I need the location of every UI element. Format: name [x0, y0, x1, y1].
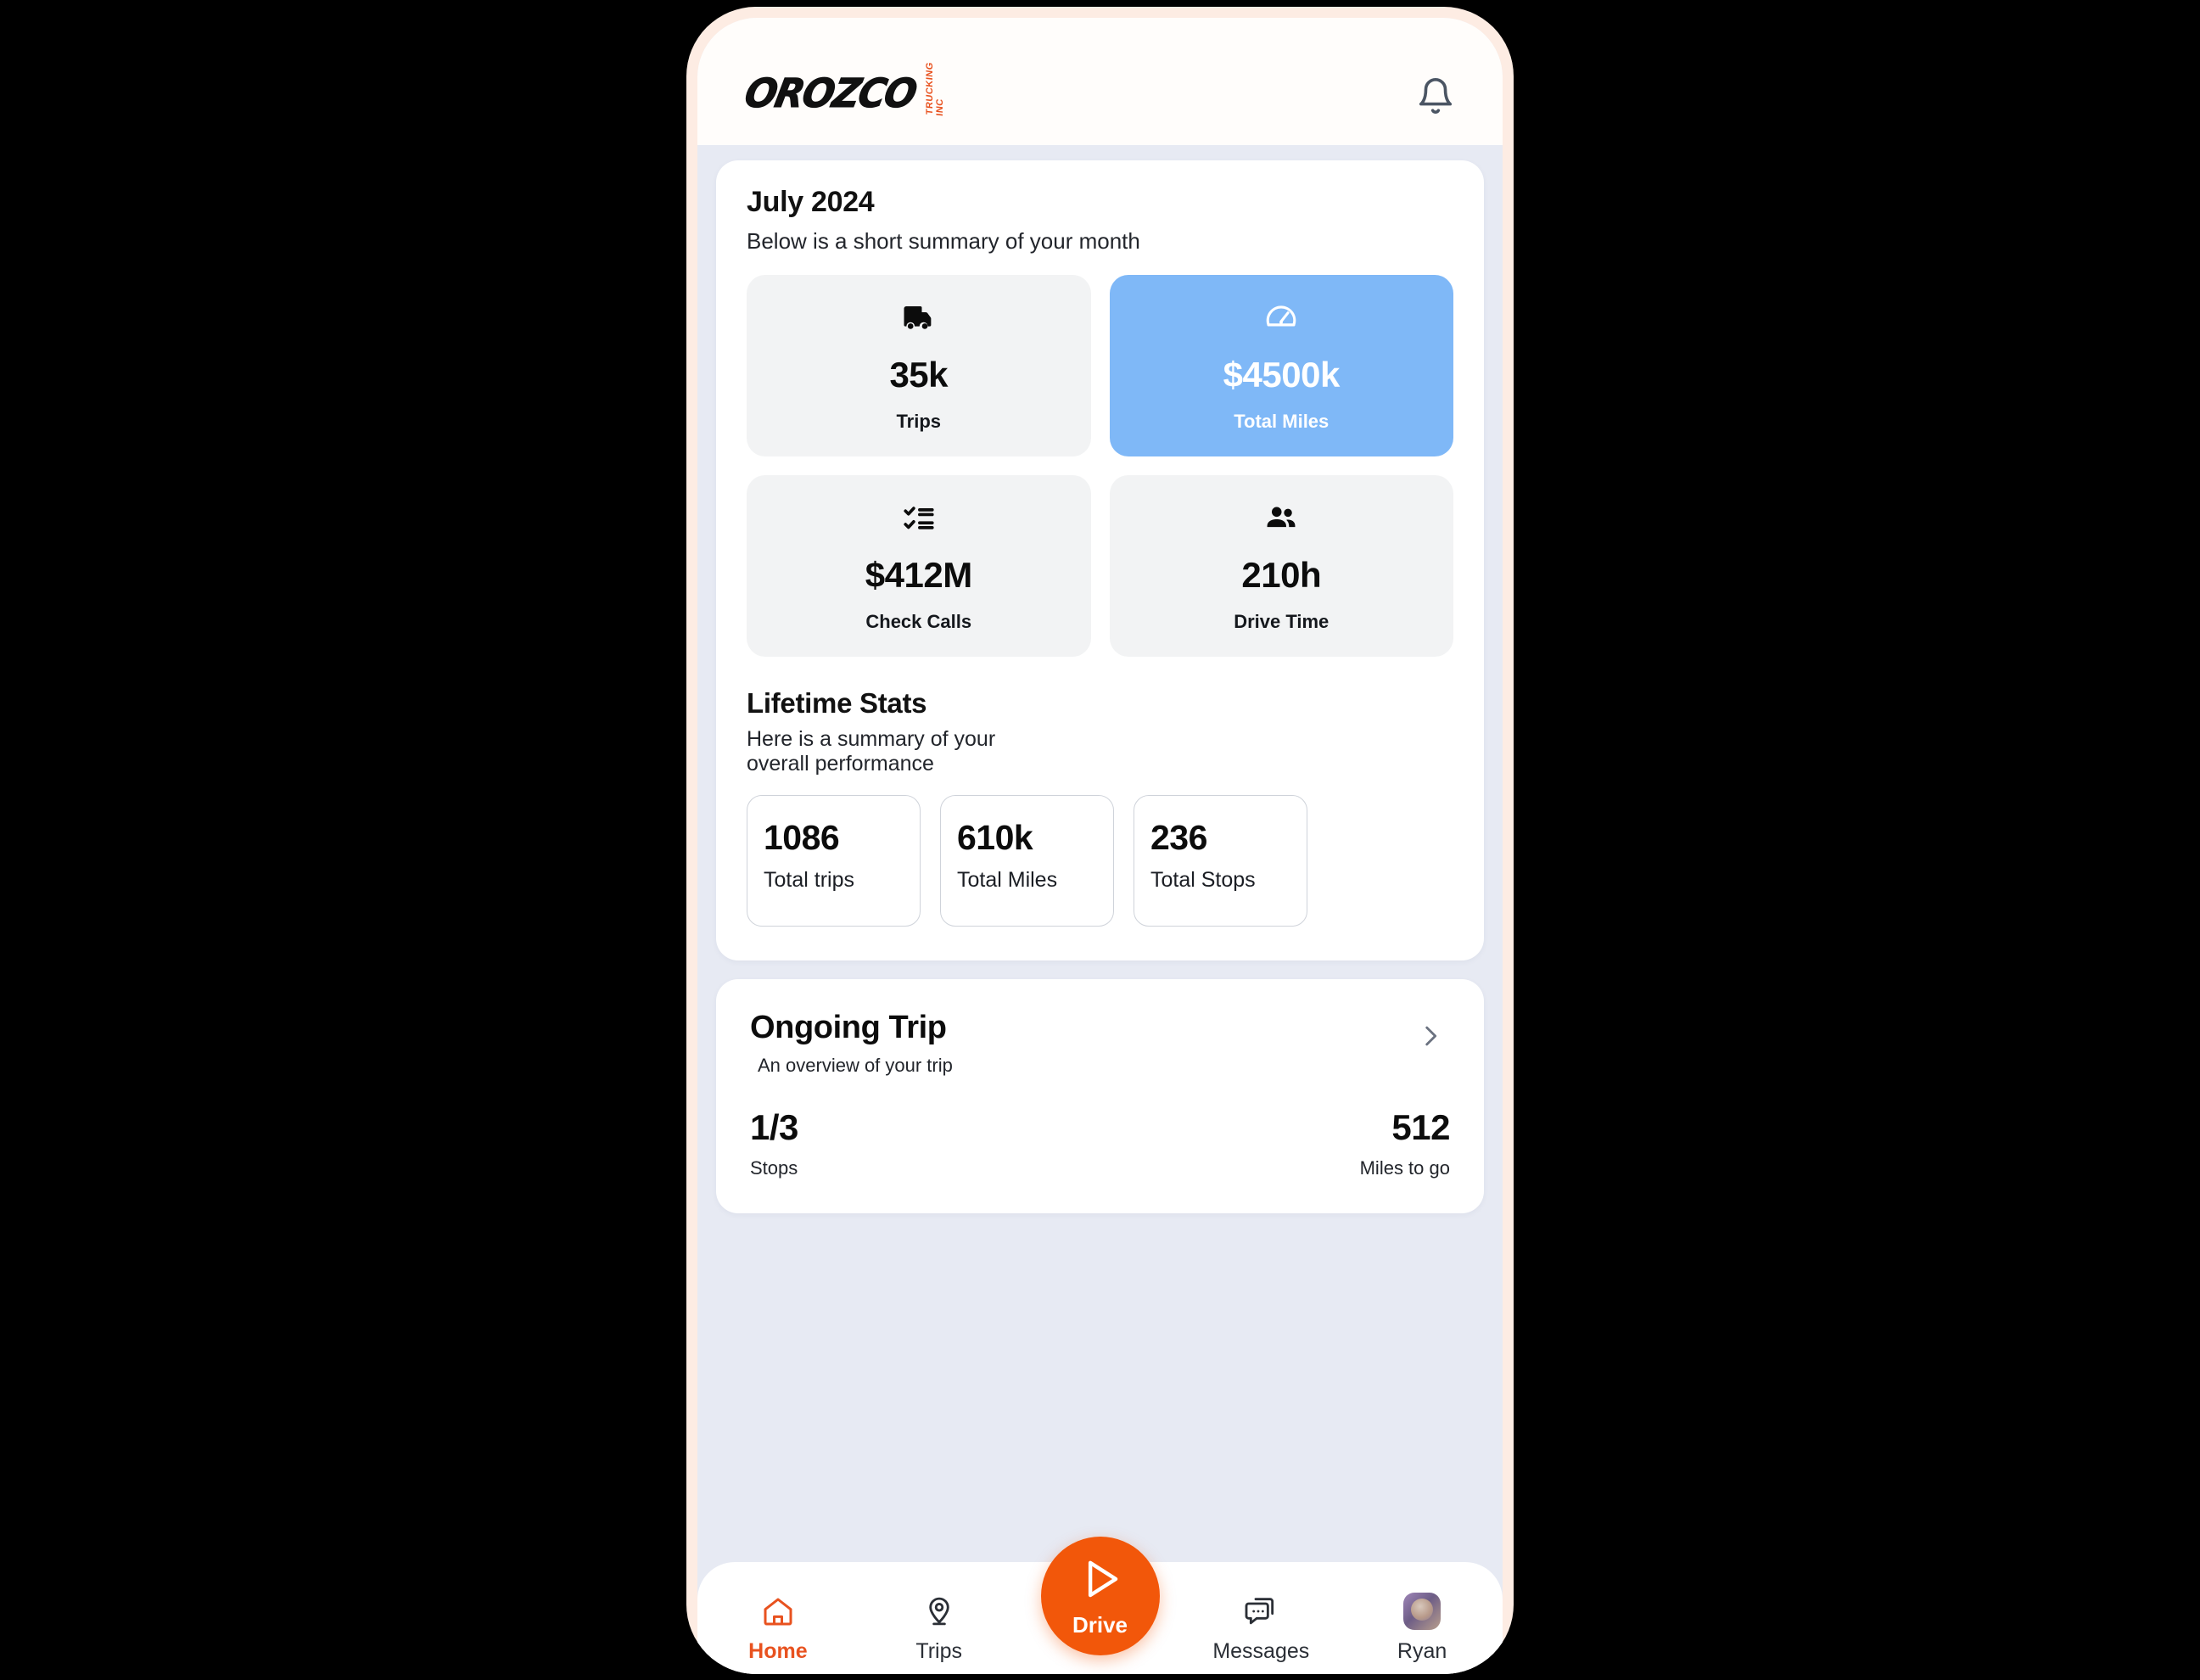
nav-item-home[interactable]: Home	[697, 1593, 859, 1664]
bell-icon[interactable]	[1411, 71, 1460, 120]
profile-avatar-image	[1403, 1592, 1441, 1630]
ongoing-trip-titles: Ongoing Trip An overview of your trip	[750, 1010, 953, 1077]
ongoing-miles: 512 Miles to go	[1359, 1106, 1451, 1179]
ongoing-trip-subtitle: An overview of your trip	[758, 1054, 953, 1076]
stat-tile-check-calls[interactable]: $412M Check Calls	[747, 474, 1091, 657]
stat-tile-drive-time[interactable]: 210h Drive Time	[1109, 474, 1453, 657]
scroll-content: July 2024 Below is a short summary of yo…	[697, 145, 1503, 1537]
lifetime-label: Total Stops	[1150, 867, 1256, 892]
messages-icon	[1244, 1593, 1278, 1630]
miles-value: 512	[1391, 1106, 1450, 1147]
lifetime-stats-scroller[interactable]: 1086 Total trips 610k Total Miles 236 To…	[747, 794, 1484, 927]
nav-label: Trips	[915, 1638, 963, 1663]
miles-label: Miles to go	[1359, 1156, 1450, 1179]
screenshot-stage: OROZCO TRUCKING INC July 2024 Below is a…	[0, 0, 2200, 1680]
stat-label: Check Calls	[865, 610, 972, 632]
home-icon	[761, 1593, 795, 1630]
stops-value: 1/3	[750, 1106, 798, 1147]
ongoing-trip-title: Ongoing Trip	[750, 1009, 947, 1045]
nav-item-profile[interactable]: Ryan	[1341, 1592, 1503, 1664]
ongoing-trip-header: Ongoing Trip An overview of your trip	[750, 1010, 1450, 1077]
logo-wordmark: OROZCO	[740, 68, 921, 120]
lifetime-card-total-stops[interactable]: 236 Total Stops	[1134, 794, 1307, 927]
month-subtitle: Below is a short summary of your month	[747, 227, 1140, 254]
chevron-right-icon[interactable]	[1411, 1016, 1450, 1056]
lifetime-value: 610k	[957, 817, 1033, 857]
summary-tiles: 35k Trips $4500k Total Miles $412M Check…	[747, 274, 1453, 657]
phone-frame: OROZCO TRUCKING INC July 2024 Below is a…	[686, 6, 1514, 1674]
stops-label: Stops	[750, 1156, 798, 1179]
lifetime-label: Total trips	[764, 867, 854, 892]
stat-tile-trips[interactable]: 35k Trips	[747, 274, 1091, 456]
drive-label: Drive	[1072, 1611, 1128, 1638]
lifetime-value: 236	[1150, 817, 1207, 857]
lifetime-card-total-miles[interactable]: 610k Total Miles	[940, 794, 1114, 927]
stat-label: Total Miles	[1234, 410, 1330, 432]
nav-label: Home	[748, 1638, 808, 1663]
month-title: July 2024	[747, 185, 875, 218]
speedometer-icon	[1263, 299, 1299, 338]
checklist-icon	[901, 499, 937, 538]
stat-label: Drive Time	[1234, 610, 1330, 632]
app-logo: OROZCO TRUCKING INC	[740, 60, 945, 122]
stat-value: 210h	[1241, 554, 1322, 595]
stat-value: 35k	[889, 354, 949, 395]
nav-label: Ryan	[1397, 1638, 1447, 1663]
logo-text: OROZCO	[741, 70, 921, 117]
people-icon	[1263, 499, 1299, 538]
lifetime-value: 1086	[764, 817, 840, 857]
stat-tile-total-miles[interactable]: $4500k Total Miles	[1109, 274, 1453, 456]
lifetime-title: Lifetime Stats	[747, 686, 927, 719]
phone-screen: OROZCO TRUCKING INC July 2024 Below is a…	[697, 17, 1503, 1674]
nav-item-trips[interactable]: Trips	[859, 1593, 1020, 1664]
stat-label: Trips	[896, 410, 942, 432]
ongoing-trip-stats: 1/3 Stops 512 Miles to go	[750, 1106, 1451, 1179]
nav-item-messages[interactable]: Messages	[1180, 1593, 1341, 1664]
app-header: OROZCO TRUCKING INC	[697, 17, 1503, 145]
monthly-summary-card: July 2024 Below is a short summary of yo…	[716, 160, 1484, 960]
nav-label: Messages	[1212, 1638, 1310, 1663]
lifetime-subtitle: Here is a summary of your overall perfor…	[747, 726, 996, 776]
play-icon	[1074, 1554, 1127, 1610]
drive-button[interactable]: Drive	[1040, 1536, 1160, 1655]
ongoing-stops: 1/3 Stops	[750, 1107, 798, 1179]
lifetime-label: Total Miles	[957, 867, 1058, 892]
location-pin-icon	[923, 1593, 955, 1630]
avatar	[1403, 1592, 1441, 1630]
bottom-navigation: Home Trips Messages Ryan Drive	[697, 1536, 1503, 1674]
stat-value: $4500k	[1223, 354, 1341, 395]
logo-subtext: TRUCKING INC	[924, 60, 945, 116]
ongoing-trip-card[interactable]: Ongoing Trip An overview of your trip 1/…	[716, 978, 1484, 1213]
stat-value: $412M	[865, 554, 972, 595]
lifetime-card-total-trips[interactable]: 1086 Total trips	[747, 794, 921, 927]
truck-icon	[901, 299, 937, 338]
